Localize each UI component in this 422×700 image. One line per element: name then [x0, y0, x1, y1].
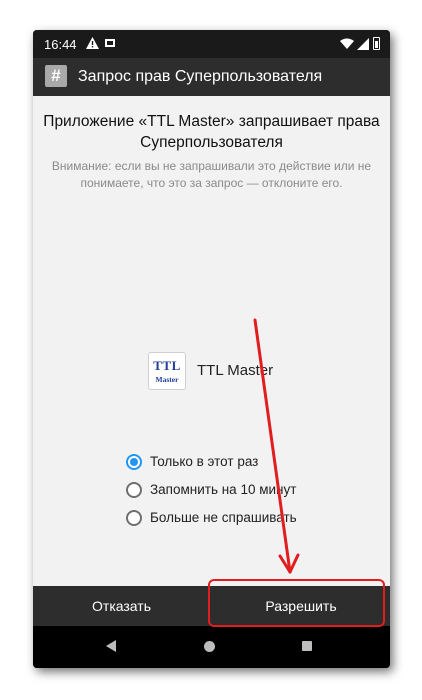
dialog-title-bar: # Запрос прав Суперпользователя: [33, 58, 390, 96]
home-icon[interactable]: [204, 641, 215, 652]
battery-icon: [373, 37, 380, 50]
allow-button-highlight-frame: [208, 579, 385, 627]
navigation-bar: [33, 626, 390, 668]
status-bar: 16:44: [33, 30, 390, 58]
app-name: TTL Master: [197, 362, 274, 379]
option-label: Только в этот раз: [150, 454, 259, 469]
radio-selected-icon[interactable]: [126, 454, 142, 470]
back-icon[interactable]: [106, 640, 116, 652]
ttl-master-app-icon: TTL Master: [148, 352, 186, 390]
screen-icon: [105, 39, 115, 47]
request-warning: Внимание: если вы не запрашивали это дей…: [51, 159, 372, 190]
superuser-hash-icon: #: [45, 65, 67, 87]
status-time: 16:44: [44, 37, 77, 52]
app-icon-text-bottom: Master: [155, 375, 179, 384]
wifi-icon: [340, 38, 354, 49]
option-label: Больше не спрашивать: [150, 510, 297, 525]
request-heading: Приложение «TTL Master» запрашивает прав…: [43, 113, 380, 151]
phone-screen: 16:44 # Запрос прав Суперпользователя Пр…: [33, 30, 390, 668]
signal-icon: [357, 38, 369, 50]
warning-icon: [86, 37, 99, 49]
recents-icon[interactable]: [302, 641, 312, 651]
radio-unselected-icon[interactable]: [126, 482, 142, 498]
option-label: Запомнить на 10 минут: [150, 482, 297, 497]
dialog-title: Запрос прав Суперпользователя: [78, 68, 323, 85]
deny-button[interactable]: Отказать: [33, 586, 210, 626]
app-icon-text-top: TTL: [153, 358, 181, 373]
radio-unselected-icon[interactable]: [126, 510, 142, 526]
